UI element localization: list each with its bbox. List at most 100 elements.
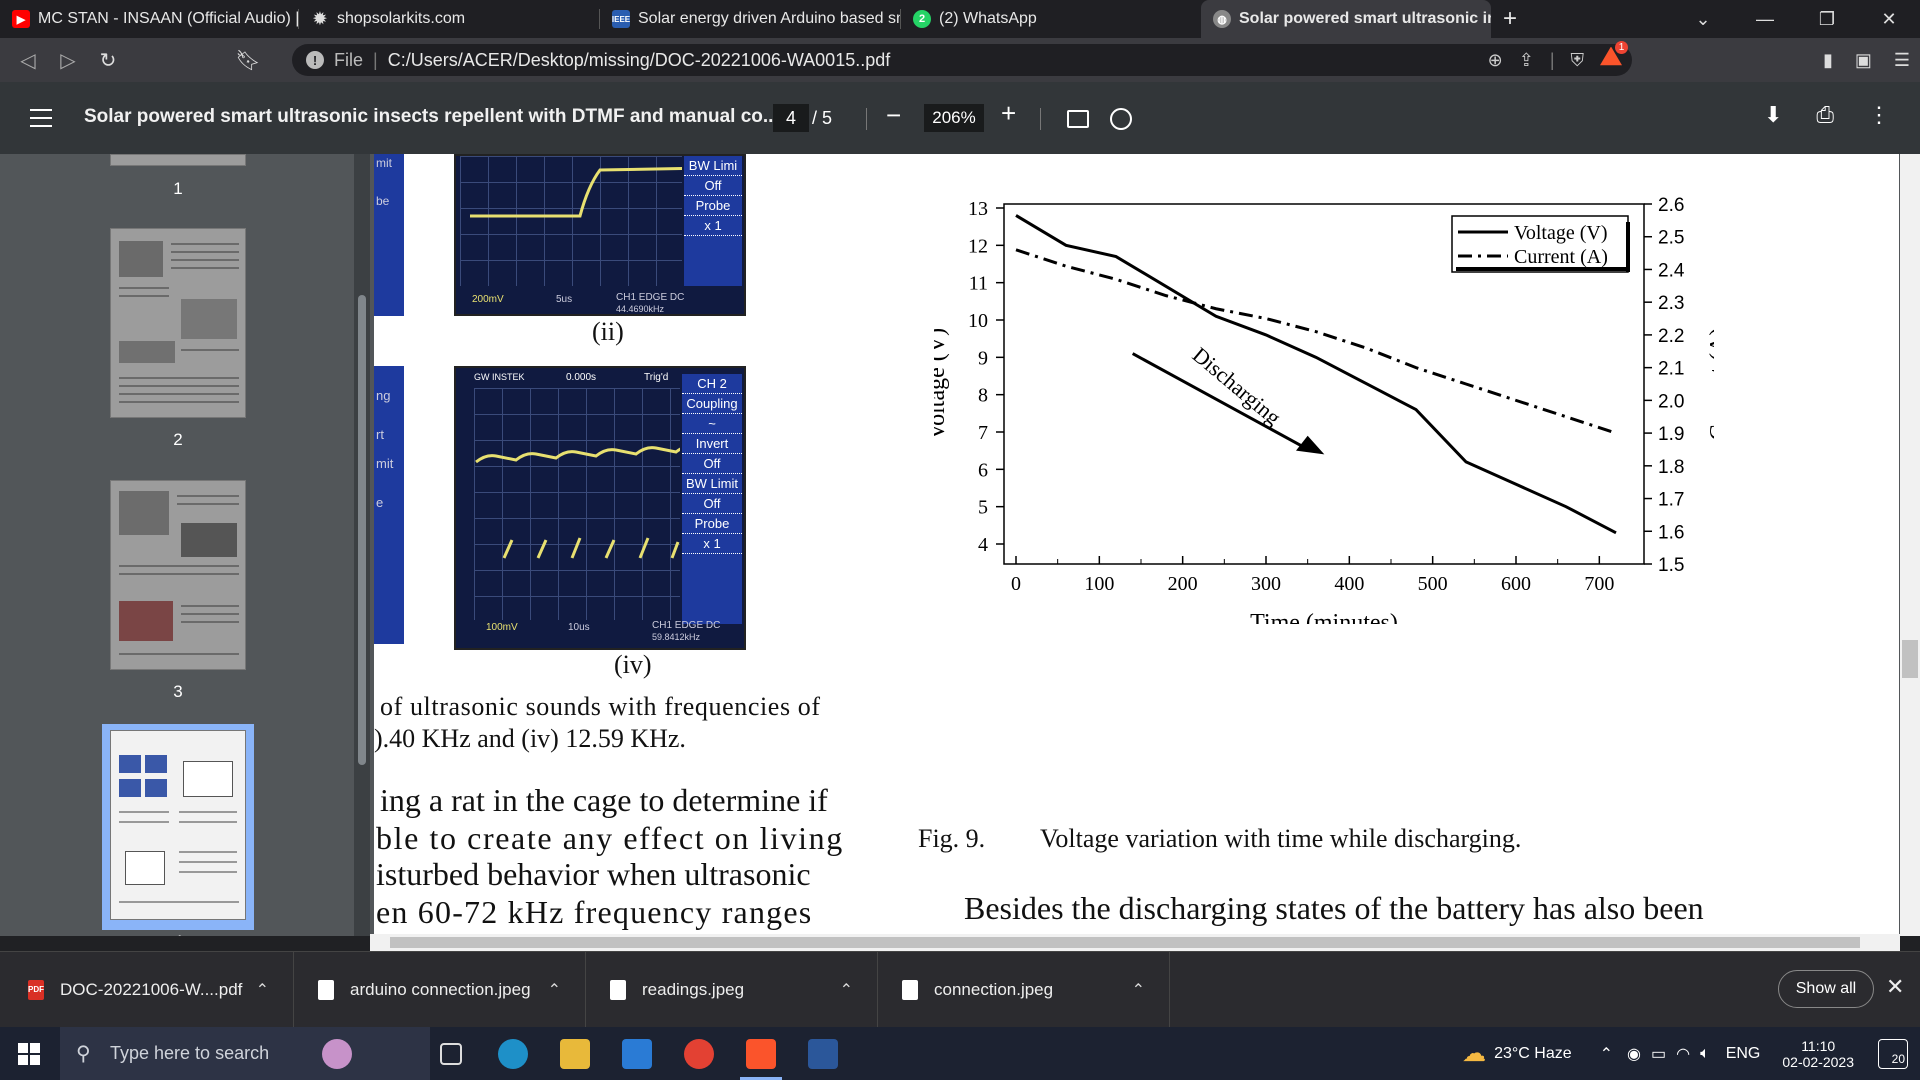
download-filename: DOC-20221006-W....pdf bbox=[60, 980, 243, 999]
osc-menu-item: Off bbox=[684, 176, 742, 196]
oscilloscope-image-ii: BW Limi Off Probe x 1 200mV 5us CH1 EDGE… bbox=[454, 154, 746, 316]
chevron-up-icon[interactable]: ⌃ bbox=[256, 980, 293, 1000]
sidebar-scrollbar-thumb[interactable] bbox=[358, 295, 366, 765]
chevron-up-icon[interactable]: ⌃ bbox=[840, 980, 877, 1000]
tab-whatsapp[interactable]: 2 (2) WhatsApp bbox=[901, 0, 1201, 38]
hamburger-menu-icon[interactable] bbox=[30, 109, 52, 127]
y2-tick-label: 2.2 bbox=[1658, 326, 1684, 347]
downloads-bar: PDF DOC-20221006-W....pdf ⌃ arduino conn… bbox=[0, 951, 1920, 1028]
taskbar-search-input[interactable]: ⚲ Type here to search bbox=[60, 1027, 430, 1080]
windows-start-icon[interactable] bbox=[18, 1043, 40, 1065]
osc-trig-status: Trig'd bbox=[644, 372, 669, 383]
search-icon: ⚲ bbox=[76, 1043, 91, 1065]
viewer-vertical-scrollbar[interactable] bbox=[1900, 154, 1920, 936]
tab-title: Solar powered smart ultrasonic in bbox=[1239, 10, 1491, 27]
language-indicator[interactable]: ENG bbox=[1726, 1045, 1761, 1063]
osc-menu-item: ~ bbox=[682, 414, 742, 434]
viewer-scrollbar-thumb[interactable] bbox=[1902, 640, 1918, 678]
reload-icon[interactable]: ↻ bbox=[88, 38, 128, 82]
wifi-icon[interactable]: ◠ bbox=[1676, 1044, 1690, 1064]
minimize-button[interactable]: — bbox=[1734, 0, 1796, 38]
pdf-page: mit be ng rt mit e BW Limi Off Probe x 1… bbox=[374, 154, 1899, 936]
thumbnail-page-4[interactable] bbox=[110, 730, 246, 920]
download-item-connection[interactable]: connection.jpeg ⌃ bbox=[878, 952, 1170, 1028]
chevron-up-icon[interactable]: ⌃ bbox=[548, 980, 585, 1000]
toolbar-divider bbox=[1040, 108, 1041, 130]
search-placeholder: Type here to search bbox=[110, 1043, 270, 1063]
clock[interactable]: 11:10 02-02-2023 bbox=[1782, 1038, 1854, 1070]
thumbnail-label: 2 bbox=[173, 430, 183, 449]
tab-youtube[interactable]: ▶ MC STAN - INSAAN (Official Audio) | I bbox=[0, 0, 298, 38]
y2-tick-label: 1.8 bbox=[1658, 457, 1684, 478]
fit-page-icon[interactable] bbox=[1067, 110, 1089, 128]
page-number-input[interactable]: 4 bbox=[773, 104, 809, 132]
close-window-button[interactable]: ✕ bbox=[1858, 0, 1920, 38]
more-options-icon[interactable]: ⋮ bbox=[1868, 102, 1890, 128]
download-icon[interactable]: ⬇ bbox=[1764, 102, 1782, 128]
x-axis-label: Time (minutes) bbox=[1250, 610, 1398, 624]
osc-menu-iv: CH 2 Coupling ~ Invert Off BW Limit Off … bbox=[682, 374, 742, 624]
zoom-icon[interactable]: ⊕ bbox=[1488, 50, 1503, 71]
tab-shopsolarkits[interactable]: ✹ shopsolarkits.com bbox=[299, 0, 599, 38]
osc-time: 5us bbox=[556, 294, 573, 305]
weather-text[interactable]: 23°C Haze bbox=[1494, 1045, 1572, 1063]
battery-icon[interactable]: ▭ bbox=[1651, 1044, 1666, 1064]
brave-icon[interactable] bbox=[746, 1039, 776, 1069]
close-downloads-icon[interactable]: ✕ bbox=[1886, 974, 1904, 1000]
download-item-arduino[interactable]: arduino connection.jpeg ⌃ bbox=[294, 952, 586, 1028]
thumbnail-page-1[interactable] bbox=[110, 154, 246, 166]
brave-rewards-icon[interactable]: 1 bbox=[1600, 40, 1628, 74]
osc-menu-item: Off bbox=[682, 454, 742, 474]
tab-ieee[interactable]: IEEE Solar energy driven Arduino based s… bbox=[600, 0, 900, 38]
x-tick-label: 300 bbox=[1251, 573, 1281, 595]
download-item-readings[interactable]: readings.jpeg ⌃ bbox=[586, 952, 878, 1028]
back-icon[interactable]: ◁ bbox=[8, 38, 48, 82]
chevron-up-icon[interactable]: ⌃ bbox=[1132, 980, 1169, 1000]
browser-menu-icon[interactable]: ☰ bbox=[1894, 50, 1910, 71]
share-icon[interactable]: ⇪ bbox=[1519, 50, 1534, 71]
sidebar-toggle-icon[interactable]: ▮ bbox=[1823, 50, 1833, 71]
restore-button[interactable]: ❐ bbox=[1796, 0, 1858, 38]
search-highlight-icon[interactable] bbox=[322, 1039, 352, 1069]
mail-icon[interactable] bbox=[622, 1039, 652, 1069]
download-item-pdf[interactable]: PDF DOC-20221006-W....pdf ⌃ bbox=[0, 952, 294, 1028]
thumbnail-page-3[interactable] bbox=[110, 480, 246, 670]
volume-icon[interactable]: 🔈︎ bbox=[1700, 1045, 1710, 1063]
viewer-hscroll-thumb[interactable] bbox=[390, 937, 1860, 948]
osc-menu-item: Off bbox=[682, 494, 742, 514]
y2-tick-label: 1.9 bbox=[1658, 424, 1684, 445]
tab-solar-pdf[interactable]: ◍ Solar powered smart ultrasonic in ✕ bbox=[1201, 0, 1491, 38]
discharge-chart: 13 12 11 10 9 8 7 6 5 4 2.6 2.5 2.4 2.3 2.2 2.1 2.0 1.9 1.… bbox=[934, 195, 1714, 624]
word-icon[interactable] bbox=[808, 1039, 838, 1069]
zoom-in-button[interactable]: + bbox=[1001, 98, 1016, 129]
print-icon[interactable]: ⎙ bbox=[1816, 102, 1834, 128]
tab-search-chevron-icon[interactable]: ⌄ bbox=[1672, 0, 1734, 38]
wallet-icon[interactable]: ▣ bbox=[1855, 50, 1872, 71]
zoom-level-input[interactable]: 206% bbox=[924, 104, 984, 132]
x-tick-label: 500 bbox=[1418, 573, 1448, 595]
meet-now-icon[interactable]: ◉ bbox=[1627, 1044, 1641, 1064]
edge-icon[interactable] bbox=[498, 1039, 528, 1069]
thumbnail-page-2[interactable] bbox=[110, 228, 246, 418]
pdf-viewer: mit be ng rt mit e BW Limi Off Probe x 1… bbox=[370, 154, 1920, 936]
task-view-icon[interactable] bbox=[440, 1043, 462, 1065]
file-explorer-icon[interactable] bbox=[560, 1039, 590, 1069]
info-icon[interactable]: ! bbox=[306, 51, 324, 69]
notifications-icon[interactable]: 20 bbox=[1878, 1038, 1908, 1069]
new-tab-button[interactable]: + bbox=[1491, 0, 1531, 38]
y-tick-label: 4 bbox=[978, 534, 988, 556]
bookmark-icon[interactable]: 🔖︎ bbox=[228, 38, 268, 82]
y2-tick-label: 1.5 bbox=[1658, 555, 1684, 576]
brave-shields-icon[interactable]: ⛨ bbox=[1571, 50, 1585, 71]
osc-time: 10us bbox=[568, 622, 590, 633]
rotate-icon[interactable] bbox=[1110, 108, 1132, 130]
show-all-button[interactable]: Show all bbox=[1778, 970, 1874, 1008]
body-text-line: Besides the discharging states of the ba… bbox=[964, 890, 1704, 926]
chevron-up-icon[interactable]: ⌃ bbox=[1600, 1044, 1613, 1064]
address-input[interactable]: ! File | C:/Users/ACER/Desktop/missing/D… bbox=[292, 40, 1632, 76]
forward-icon[interactable]: ▷ bbox=[48, 38, 88, 82]
chrome-icon[interactable] bbox=[684, 1039, 714, 1069]
system-tray: ☁ 23°C Haze ⌃ ◉ ▭ ◠ 🔈︎ ENG 11:10 02-02-2… bbox=[1462, 1027, 1920, 1080]
zoom-out-button[interactable]: − bbox=[886, 100, 901, 131]
osc-menu-item: BW Limi bbox=[684, 156, 742, 176]
